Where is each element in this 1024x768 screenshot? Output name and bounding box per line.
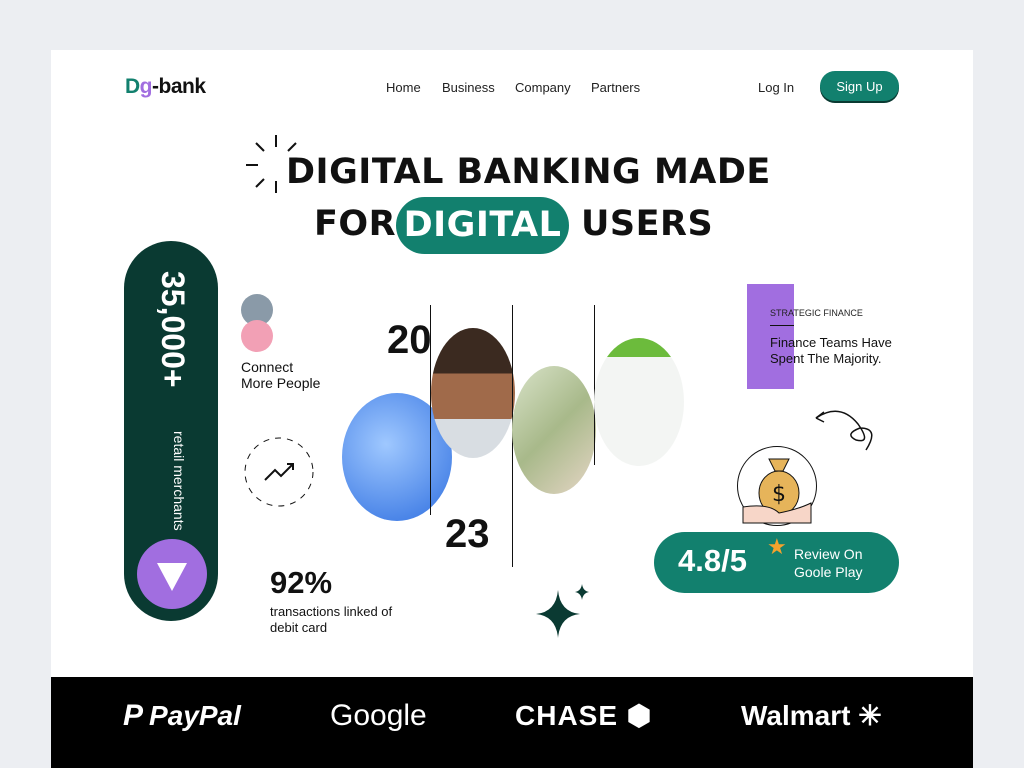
hero-title-line1: DIGITAL BANKING MADE (286, 152, 771, 192)
partner-walmart: Walmart ✳ (741, 700, 882, 731)
hero-highlight: DIGITAL (396, 197, 569, 254)
signup-button[interactable]: Sign Up (820, 71, 899, 101)
year-bottom: 23 (445, 512, 490, 556)
money-hand-image (512, 366, 596, 494)
curly-arrow-icon (815, 410, 873, 451)
divider (770, 325, 794, 326)
chase-octagon-icon: ⬢ (626, 700, 653, 731)
magnifier-chart-image (594, 338, 684, 466)
woman-portrait-image (431, 328, 515, 458)
play-button[interactable] (137, 539, 207, 609)
partner-google: Google (330, 699, 427, 732)
percent-label: transactions linked of debit card (270, 604, 393, 635)
merchants-value: 35,000+ (155, 271, 191, 388)
nav-partners[interactable]: Partners (591, 80, 640, 95)
triangle-down-icon (157, 563, 187, 591)
logo[interactable]: Dg-bank (125, 75, 206, 99)
partners-bar: P PayPal Google CHASE ⬢ Walmart ✳ (51, 677, 973, 768)
hero-for: FOR (314, 204, 397, 244)
year-top: 20 (387, 318, 432, 362)
strategic-eyebrow: STRATEGIC FINANCE (770, 308, 863, 318)
strategic-text: Finance Teams Have Spent The Majority. (770, 335, 892, 366)
connect-text: Connect More People (241, 359, 321, 391)
avatar (241, 320, 273, 352)
svg-text:$: $ (772, 482, 786, 507)
partner-paypal: P PayPal (123, 699, 241, 732)
partner-chase: CHASE ⬢ (515, 700, 653, 731)
merchants-label: retail merchants (171, 431, 187, 531)
money-bag-icon: $ (737, 446, 817, 526)
paypal-icon: P (123, 699, 144, 732)
rating-value: 4.8/5 (678, 543, 747, 578)
percent-value: 92% (270, 565, 333, 600)
nav-business[interactable]: Business (442, 80, 495, 95)
nav-home[interactable]: Home (386, 80, 421, 95)
rating-badge: 4.8/5 ★ Review On Goole Play (654, 532, 899, 593)
login-link[interactable]: Log In (758, 80, 794, 95)
rating-label: Review On Goole Play (794, 546, 863, 580)
trend-up-icon (244, 437, 314, 507)
star-sparkle-icon (536, 584, 589, 638)
walmart-spark-icon: ✳ (858, 700, 882, 731)
hero-users: USERS (581, 204, 714, 244)
star-icon: ★ (767, 534, 787, 559)
nav-company[interactable]: Company (515, 80, 571, 95)
